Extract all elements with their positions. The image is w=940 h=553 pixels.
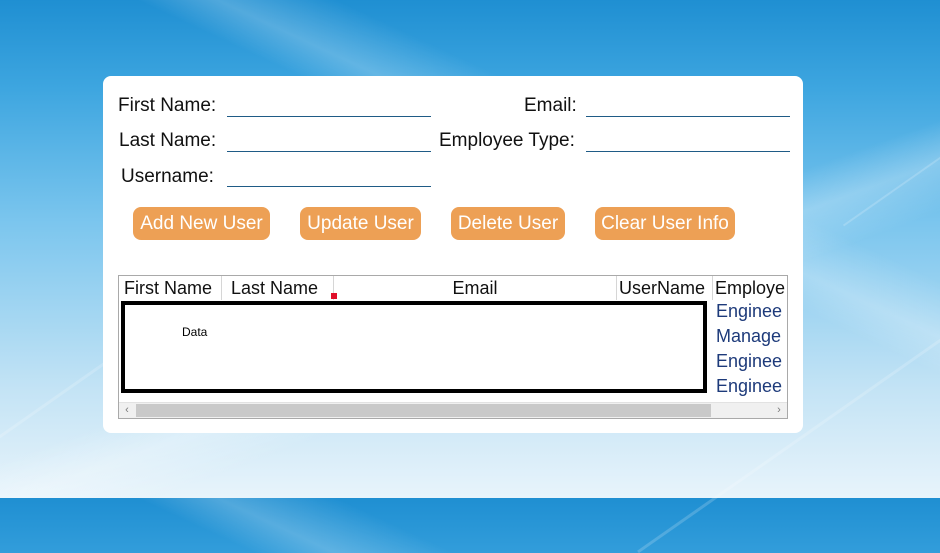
email-field[interactable] [586,94,790,117]
column-header-username[interactable]: UserName [617,276,713,300]
first-name-label: First Name: [118,95,217,116]
column-header-employee-type[interactable]: Employe [713,276,787,300]
user-form-card: First Name: Last Name: Username: Email: … [103,76,803,433]
employee-type-label: Employee Type: [439,130,575,151]
column-header-last-name[interactable]: Last Name [222,276,334,300]
delete-user-button[interactable]: Delete User [451,207,565,240]
employee-type-cell[interactable]: Manage [716,326,781,347]
last-name-label: Last Name: [119,130,217,151]
users-data-grid[interactable]: First Name Last Name Email UserName Empl… [118,275,788,419]
employee-type-cell[interactable]: Enginee [716,351,782,372]
background-streak [842,75,940,227]
username-label: Username: [121,166,214,187]
employee-type-cell[interactable]: Enginee [716,301,782,322]
email-label: Email: [524,95,577,116]
data-row-placeholder[interactable]: Data [121,301,707,393]
column-header-email[interactable]: Email [334,276,617,300]
update-user-button[interactable]: Update User [300,207,421,240]
chevron-right-icon[interactable]: › [772,403,786,418]
scrollbar-thumb[interactable] [136,404,711,417]
data-placeholder-text: Data [182,325,208,339]
resize-marker [331,293,337,299]
username-field[interactable] [227,164,431,187]
add-new-user-button[interactable]: Add New User [133,207,270,240]
chevron-left-icon[interactable]: ‹ [120,403,134,418]
clear-user-info-button[interactable]: Clear User Info [595,207,735,240]
employee-type-field[interactable] [586,129,790,152]
first-name-field[interactable] [227,94,431,117]
last-name-field[interactable] [227,129,431,152]
employee-type-cell[interactable]: Enginee [716,376,782,397]
column-header-first-name[interactable]: First Name [119,276,222,300]
horizontal-scrollbar[interactable]: ‹ › [119,402,787,418]
